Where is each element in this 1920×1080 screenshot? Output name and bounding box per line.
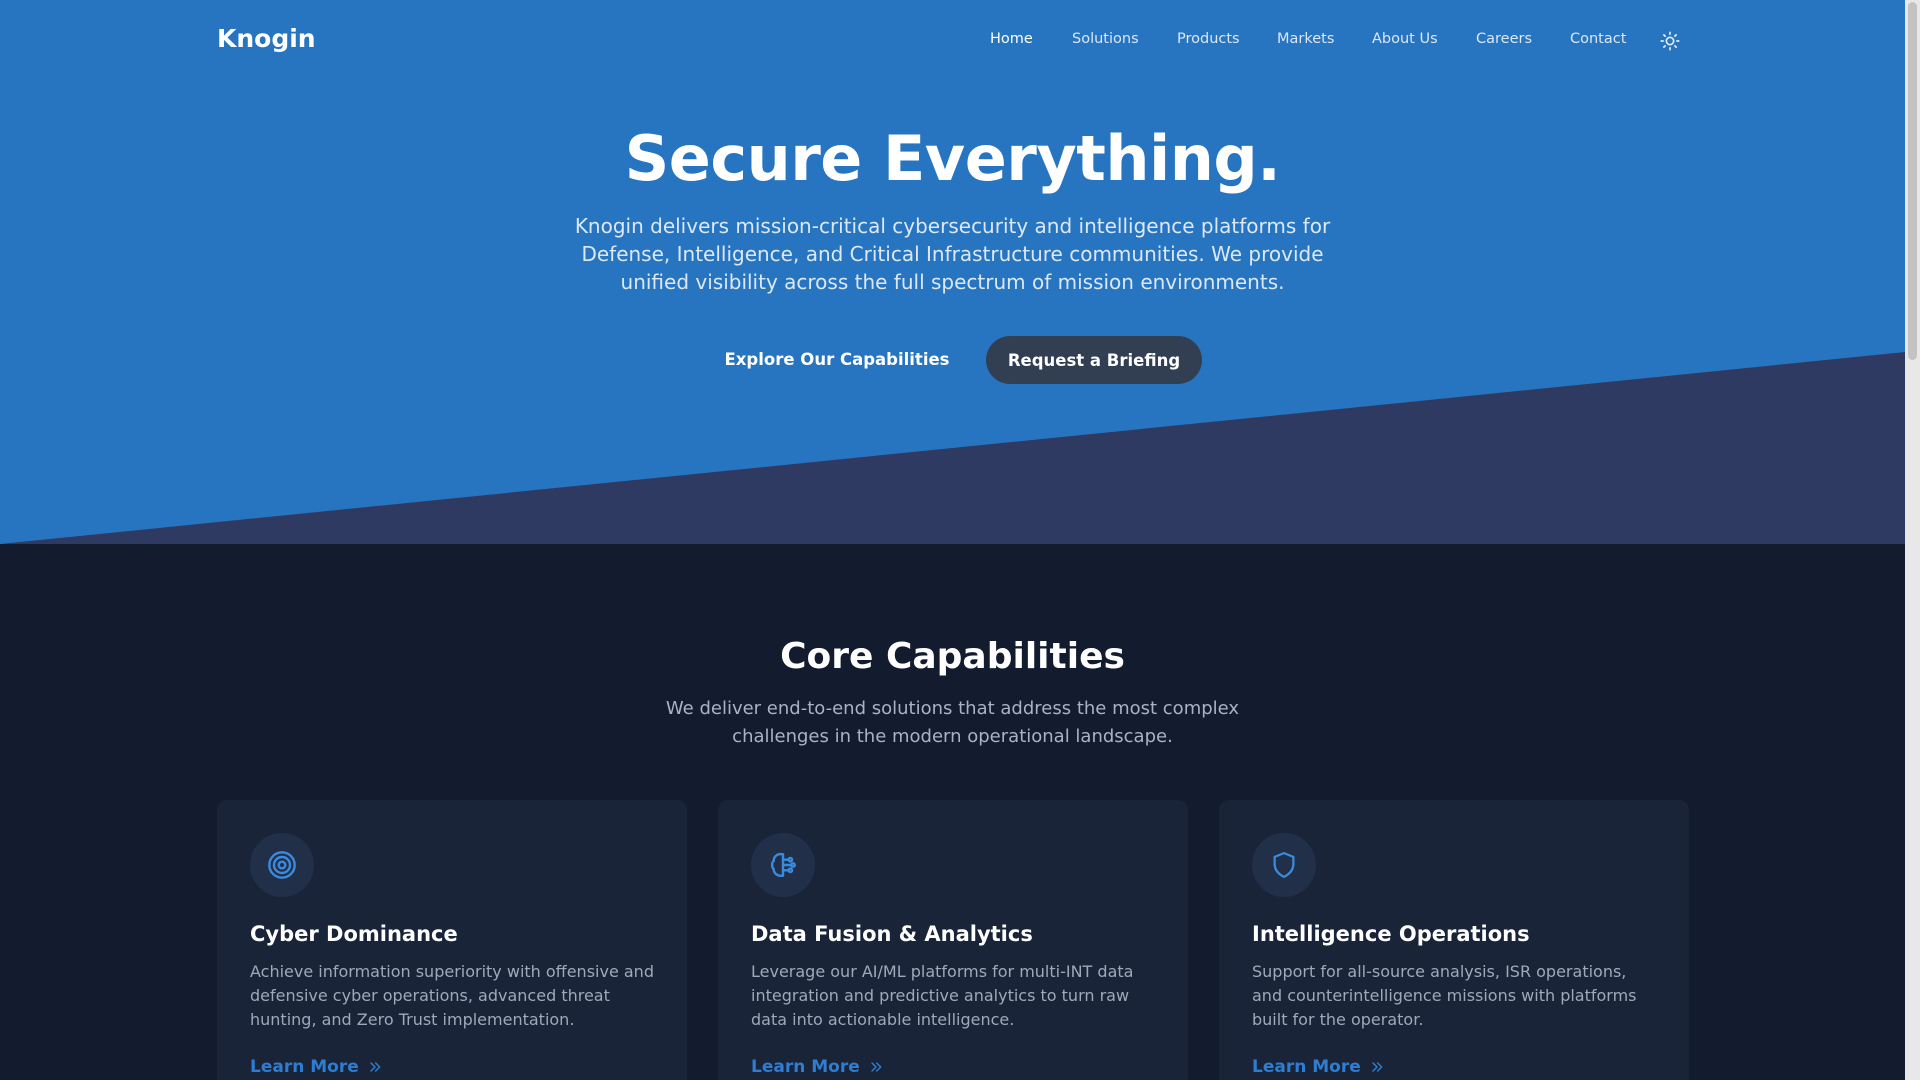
card-title: Intelligence Operations — [1252, 922, 1530, 946]
learn-more-link[interactable]: Learn More — [1252, 1057, 1385, 1077]
scrollbar-thumb[interactable] — [1908, 2, 1917, 360]
nav-careers[interactable]: Careers — [1476, 31, 1532, 47]
nav-contact[interactable]: Contact — [1570, 31, 1626, 47]
learn-more-link[interactable]: Learn More — [751, 1057, 884, 1077]
page: Knogin Home Solutions Products Markets A… — [0, 0, 1905, 1080]
section-subtitle: We deliver end-to-end solutions that add… — [665, 698, 1240, 747]
learn-more-label: Learn More — [250, 1057, 359, 1077]
card-description: Achieve information superiority with off… — [250, 962, 654, 1029]
double-chevron-right-icon — [871, 1062, 882, 1072]
learn-more-link[interactable]: Learn More — [250, 1057, 383, 1077]
card-icon-container — [751, 833, 815, 897]
card-title: Data Fusion & Analytics — [751, 922, 1033, 946]
card-title: Cyber Dominance — [250, 922, 458, 946]
sun-icon — [1660, 31, 1680, 51]
double-chevron-right-icon — [370, 1062, 381, 1072]
hero-title: Secure Everything. — [624, 122, 1281, 195]
logo[interactable]: Knogin — [217, 24, 316, 53]
double-chevron-right-icon — [1372, 1062, 1383, 1072]
nav-markets[interactable]: Markets — [1277, 31, 1334, 47]
section-title: Core Capabilities — [780, 636, 1125, 677]
hero-description: Knogin delivers mission-critical cyberse… — [574, 214, 1331, 294]
nav-solutions[interactable]: Solutions — [1072, 31, 1139, 47]
card-icon-container — [1252, 833, 1316, 897]
vertical-scrollbar[interactable] — [1905, 0, 1920, 1080]
hero-section: Knogin Home Solutions Products Markets A… — [0, 0, 1905, 544]
learn-more-label: Learn More — [751, 1057, 860, 1077]
request-briefing-button[interactable]: Request a Briefing — [986, 336, 1202, 384]
capability-card-data-fusion: Data Fusion & Analytics Leverage our AI/… — [718, 800, 1188, 1080]
explore-capabilities-button[interactable]: Explore Our Capabilities — [708, 340, 966, 378]
theme-toggle-button[interactable] — [1659, 30, 1681, 52]
capability-card-intelligence-operations: Intelligence Operations Support for all-… — [1219, 800, 1689, 1080]
brain-icon — [770, 852, 796, 877]
card-description: Support for all-source analysis, ISR ope… — [1252, 962, 1637, 1029]
target-icon — [268, 851, 296, 879]
top-navigation: Knogin Home Solutions Products Markets A… — [0, 0, 1905, 80]
card-icon-container — [250, 833, 314, 897]
card-description: Leverage our AI/ML platforms for multi-I… — [751, 962, 1134, 1029]
capability-card-cyber-dominance: Cyber Dominance Achieve information supe… — [217, 800, 687, 1080]
learn-more-label: Learn More — [1252, 1057, 1361, 1077]
nav-about-us[interactable]: About Us — [1372, 31, 1438, 47]
shield-icon — [1273, 852, 1295, 878]
nav-home[interactable]: Home — [990, 31, 1033, 47]
nav-products[interactable]: Products — [1177, 31, 1240, 47]
